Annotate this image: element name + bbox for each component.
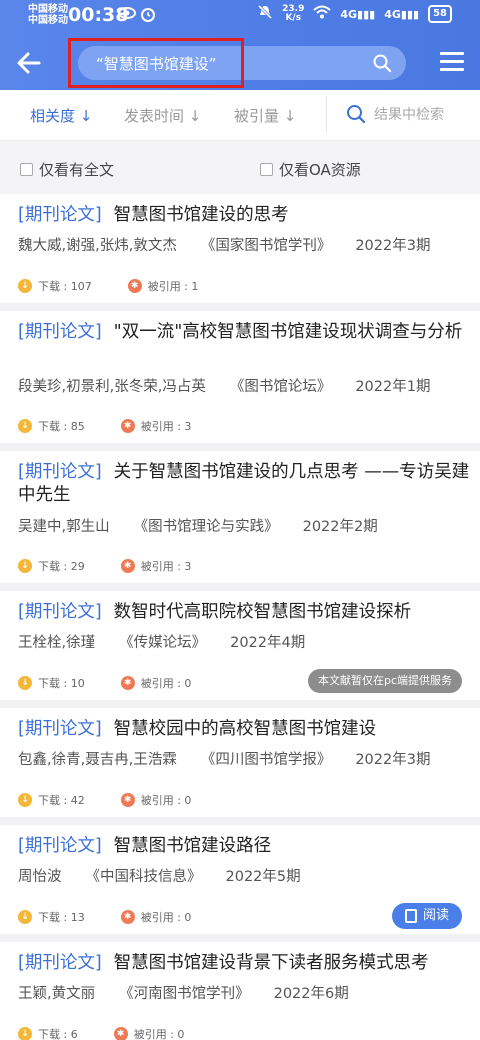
- carrier-1: 中国移动: [28, 4, 68, 15]
- result-item[interactable]: [期刊论文] 数智时代高职院校智慧图书馆建设探析 王栓栓,徐瑾 《传媒论坛》 2022…: [0, 591, 480, 708]
- result-title[interactable]: [期刊论文] 智慧图书馆建设的思考: [18, 204, 470, 227]
- result-title[interactable]: [期刊论文] 关于智慧图书馆建设的几点思考 ——专访吴建中先生: [18, 461, 470, 507]
- result-item[interactable]: [期刊论文] 智慧图书馆建设路径 周怡波 《中国科技信息》 2022年5期 ↓ 下载 :…: [0, 825, 480, 942]
- eye-icon: [118, 6, 136, 24]
- result-stats: ↓ 下载 : 13 ✱ 被引用 : 0: [18, 909, 191, 925]
- download-icon: ↓: [18, 676, 32, 690]
- signal-2-icon: 4G▮▮▮: [384, 7, 420, 21]
- alarm-icon: [140, 6, 156, 26]
- back-button[interactable]: [14, 48, 44, 78]
- pc-only-notice: 本文献暂仅在pc端提供服务: [307, 669, 462, 693]
- result-title[interactable]: [期刊论文] 智慧图书馆建设背景下读者服务模式思考: [18, 952, 470, 975]
- result-meta: 段美珍,初景利,张冬荣,冯占英 《图书馆论坛》 2022年1期: [18, 379, 431, 395]
- result-stats: ↓ 下载 : 107 ✱ 被引用 : 1: [18, 278, 198, 294]
- sort-bar: 相关度 ↓ 发表时间 ↓ 被引量 ↓ 结果中检索: [0, 90, 480, 140]
- result-item[interactable]: [期刊论文] 智慧图书馆建设背景下读者服务模式思考 王颖,黄文丽 《河南图书馆学刊》…: [0, 942, 480, 1040]
- citation-icon: ✱: [113, 1027, 128, 1040]
- result-stats: ↓ 下载 : 85 ✱ 被引用 : 3: [18, 418, 191, 434]
- result-title[interactable]: [期刊论文] 智慧图书馆建设路径: [18, 835, 470, 858]
- citation-icon: ✱: [120, 793, 135, 807]
- checkbox[interactable]: [260, 163, 273, 176]
- status-right: 23.9 K/s 4G▮▮▮ 4G▮▮▮ 58: [257, 4, 452, 24]
- filter-full-text[interactable]: 仅看有全文: [20, 159, 114, 180]
- menu-button[interactable]: [440, 52, 464, 74]
- result-meta: 吴建中,郭生山 《图书馆理论与实践》 2022年2期: [18, 519, 378, 535]
- app-header: 中国移动 中国移动 00:38 23.9 K/s 4G▮▮▮ 4G▮▮▮ 58 …: [0, 0, 480, 90]
- result-meta: 周怡波 《中国科技信息》 2022年5期: [18, 869, 301, 885]
- result-item[interactable]: [期刊论文] 智慧校园中的高校智慧图书馆建设 包鑫,徐青,聂吉冉,王浩霖 《四川图书…: [0, 708, 480, 825]
- sort-relevance[interactable]: 相关度 ↓: [30, 105, 92, 126]
- battery-icon: 58: [428, 5, 452, 23]
- result-title[interactable]: [期刊论文] 数智时代高职院校智慧图书馆建设探析: [18, 601, 470, 624]
- result-meta: 王颖,黄文丽 《河南图书馆学刊》 2022年6期: [18, 986, 349, 1002]
- result-stats: ↓ 下载 : 6 ✱ 被引用 : 0: [18, 1026, 184, 1040]
- checkbox[interactable]: [20, 163, 33, 176]
- result-item[interactable]: [期刊论文] 智慧图书馆建设的思考 魏大威,谢强,张炜,敦文杰 《国家图书馆学刊》 2…: [0, 194, 480, 311]
- download-icon: ↓: [18, 1027, 32, 1040]
- sort-citations[interactable]: 被引量 ↓: [234, 105, 296, 126]
- result-item[interactable]: [期刊论文] "双一流"高校智慧图书馆建设现状调查与分析 段美珍,初景利,张冬荣,…: [0, 311, 480, 451]
- result-stats: ↓ 下载 : 29 ✱ 被引用 : 3: [18, 558, 191, 574]
- search-icon: [347, 105, 366, 124]
- citation-icon: ✱: [120, 419, 135, 433]
- result-meta: 包鑫,徐青,聂吉冉,王浩霖 《四川图书馆学报》 2022年3期: [18, 752, 431, 768]
- citation-icon: ✱: [120, 676, 135, 690]
- citation-icon: ✱: [120, 559, 135, 573]
- download-icon: ↓: [18, 419, 32, 433]
- result-meta: 魏大威,谢强,张炜,敦文杰 《国家图书馆学刊》 2022年3期: [18, 238, 431, 254]
- result-title[interactable]: [期刊论文] 智慧校园中的高校智慧图书馆建设: [18, 718, 470, 741]
- net-speed: 23.9 K/s: [282, 4, 305, 23]
- result-title[interactable]: [期刊论文] "双一流"高校智慧图书馆建设现状调查与分析: [18, 321, 470, 344]
- sort-publish-time[interactable]: 发表时间 ↓: [124, 105, 201, 126]
- carrier-labels: 中国移动 中国移动: [28, 4, 68, 26]
- filter-oa[interactable]: 仅看OA资源: [260, 159, 361, 180]
- result-meta: 王栓栓,徐瑾 《传媒论坛》 2022年4期: [18, 635, 306, 651]
- divider: [326, 96, 327, 132]
- search-in-results-button[interactable]: 结果中检索: [346, 104, 444, 124]
- filter-bar: 仅看有全文 仅看OA资源: [0, 140, 480, 194]
- citation-icon: ✱: [120, 910, 135, 924]
- read-button[interactable]: 阅读: [392, 903, 462, 929]
- download-icon: ↓: [18, 910, 32, 924]
- result-stats: ↓ 下载 : 10 ✱ 被引用 : 0: [18, 675, 191, 691]
- mute-icon: [257, 4, 273, 24]
- download-icon: ↓: [18, 559, 32, 573]
- download-icon: ↓: [18, 279, 32, 293]
- search-icon[interactable]: [372, 53, 392, 73]
- annotation-highlight-box: [68, 38, 244, 88]
- download-icon: ↓: [18, 793, 32, 807]
- result-item[interactable]: [期刊论文] 关于智慧图书馆建设的几点思考 ——专访吴建中先生 吴建中,郭生山 《图…: [0, 451, 480, 591]
- citation-icon: ✱: [127, 279, 142, 293]
- book-icon: [404, 909, 417, 923]
- arrow-left-icon: [17, 52, 41, 74]
- wifi-icon: [313, 5, 332, 23]
- result-stats: ↓ 下载 : 42 ✱ 被引用 : 0: [18, 792, 191, 808]
- carrier-2: 中国移动: [28, 15, 68, 26]
- signal-1-icon: 4G▮▮▮: [340, 7, 376, 21]
